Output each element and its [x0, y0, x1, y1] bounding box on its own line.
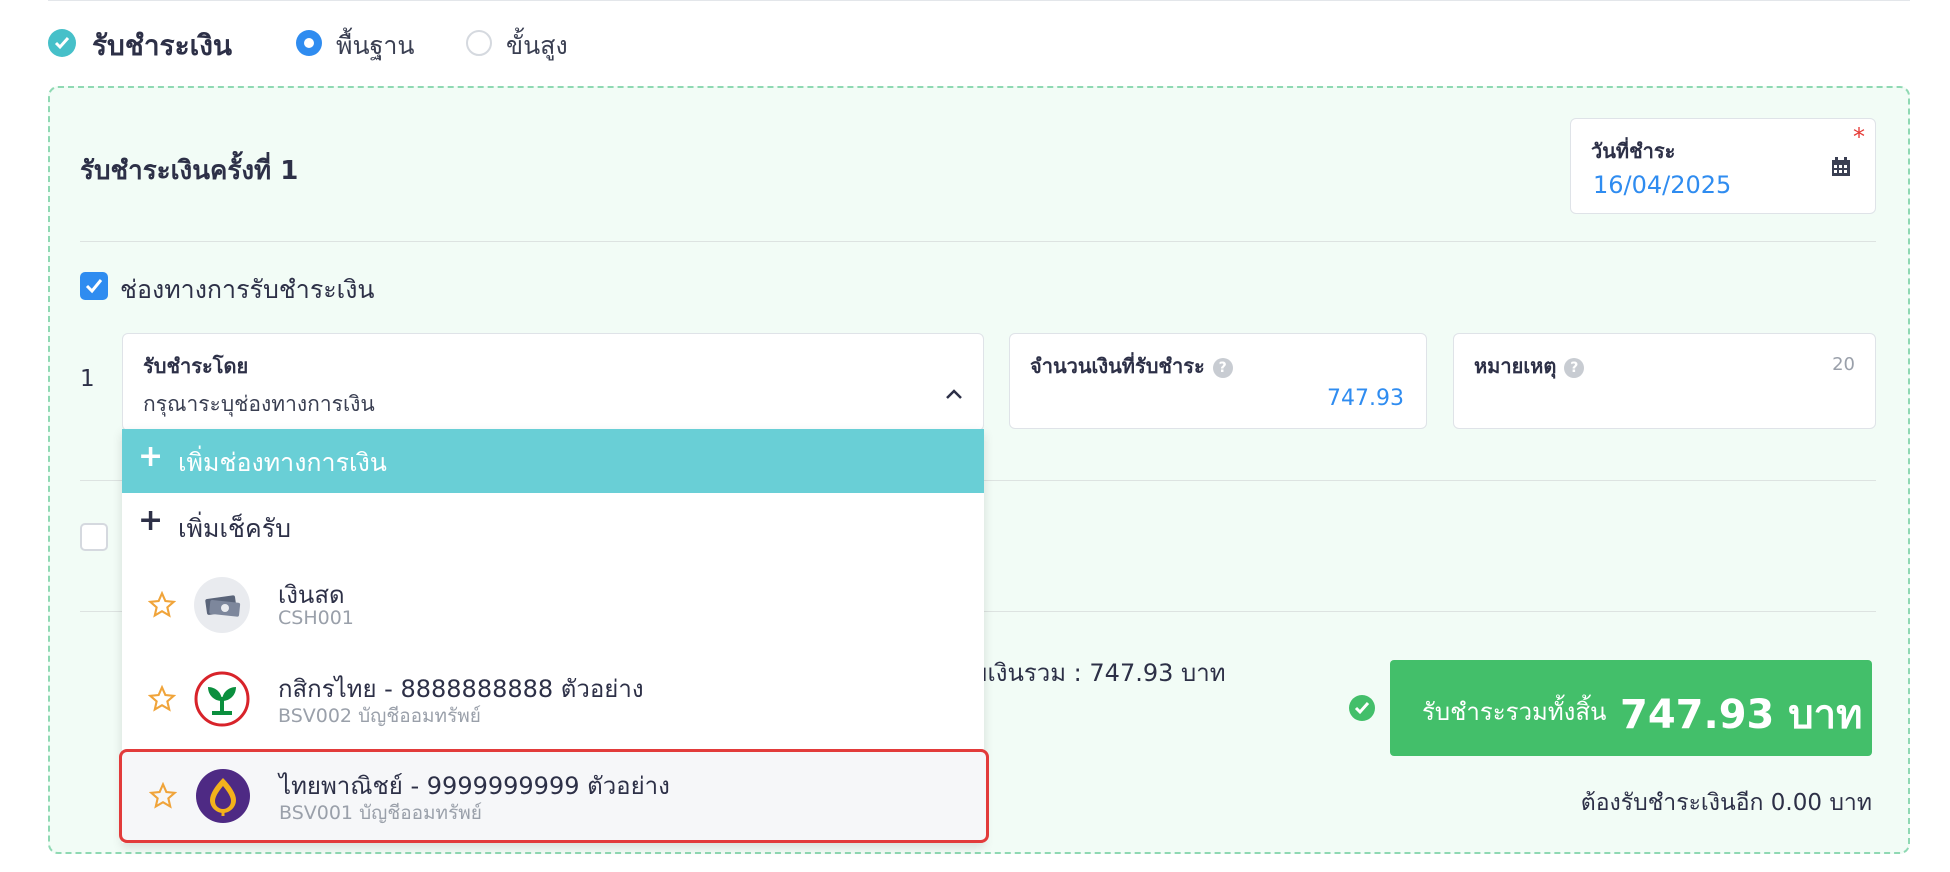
- page-title: รับชำระเงิน: [92, 29, 232, 62]
- receive-by-label: รับชำระโดย: [143, 354, 249, 378]
- secondary-checkbox[interactable]: [80, 523, 108, 551]
- amount-label: จำนวนเงินที่รับชำระ?: [1030, 350, 1233, 382]
- channel-checkbox-label[interactable]: ช่องทางการรับชำระเงิน: [120, 270, 375, 310]
- item-code: BSV002 บัญชีออมทรัพย์: [278, 705, 481, 727]
- note-label: หมายเหตุ?: [1474, 350, 1585, 382]
- total-label: รับชำระรวมทั้งสิ้น: [1422, 698, 1607, 726]
- chevron-up-icon[interactable]: [945, 388, 963, 400]
- star-icon[interactable]: [148, 685, 176, 713]
- partial-total-text: วยเงินรวม : 747.93 บาท: [960, 659, 1226, 687]
- scb-logo: [195, 768, 251, 824]
- help-icon[interactable]: ?: [1564, 357, 1585, 378]
- receive-by-select[interactable]: รับชำระโดย กรุณาระบุช่องทางการเงิน: [122, 333, 984, 431]
- row-number: 1: [80, 366, 95, 392]
- payment-date-field[interactable]: วันที่ชำระ 16/04/2025 *: [1570, 118, 1876, 214]
- calendar-icon[interactable]: [1831, 157, 1851, 177]
- total-amount: 747.93 บาท: [1620, 692, 1863, 738]
- channel-checkbox[interactable]: [80, 272, 108, 300]
- section-divider: [80, 241, 1876, 242]
- list-item[interactable]: เงินสด CSH001: [122, 561, 984, 653]
- payment-date-value[interactable]: 16/04/2025: [1593, 171, 1731, 199]
- item-code: BSV001 บัญชีออมทรัพย์: [279, 802, 482, 824]
- kbank-logo: [194, 671, 250, 727]
- list-item-selected[interactable]: ไทยพาณิชย์ - 9999999999 ตัวอย่าง BSV001 …: [119, 749, 989, 843]
- amount-value[interactable]: 747.93: [1327, 386, 1404, 411]
- plus-icon: +: [138, 503, 164, 538]
- add-cheque-option[interactable]: + เพิ่มเช็ครับ: [122, 493, 984, 559]
- item-code: CSH001: [278, 607, 354, 629]
- required-mark: *: [1853, 123, 1865, 151]
- cash-icon: [194, 577, 250, 633]
- radio-advanced-label[interactable]: ขั้นสูง: [506, 26, 568, 66]
- receive-by-placeholder: กรุณาระบุช่องทางการเงิน: [143, 392, 375, 416]
- top-divider: [48, 0, 1910, 1]
- note-field[interactable]: หมายเหตุ? 20: [1453, 333, 1876, 429]
- list-item[interactable]: กสิกรไทย - 8888888888 ตัวอย่าง BSV002 บั…: [122, 655, 984, 747]
- add-channel-option[interactable]: + เพิ่มช่องทางการเงิน: [122, 429, 984, 493]
- payment-date-label: วันที่ชำระ: [1591, 139, 1676, 163]
- remaining-text: ต้องรับชำระเงินอีก 0.00 บาท: [1580, 790, 1872, 816]
- help-icon[interactable]: ?: [1212, 357, 1233, 378]
- total-received-button[interactable]: รับชำระรวมทั้งสิ้น 747.93 บาท: [1390, 660, 1872, 756]
- radio-basic-label[interactable]: พื้นฐาน: [336, 26, 415, 66]
- amount-field[interactable]: จำนวนเงินที่รับชำระ? 747.93: [1009, 333, 1427, 429]
- check-icon: [1349, 695, 1375, 721]
- payment-section-title: รับชำระเงินครั้งที่ 1: [80, 156, 299, 186]
- radio-advanced[interactable]: [466, 30, 492, 56]
- plus-icon: +: [138, 439, 164, 474]
- star-icon[interactable]: [149, 782, 177, 810]
- radio-basic[interactable]: [296, 30, 322, 56]
- payment-enabled-check-icon[interactable]: [48, 29, 76, 57]
- note-counter: 20: [1832, 354, 1855, 375]
- star-icon[interactable]: [148, 591, 176, 619]
- add-cheque-label: เพิ่มเช็ครับ: [178, 514, 292, 543]
- add-channel-label: เพิ่มช่องทางการเงิน: [178, 448, 387, 477]
